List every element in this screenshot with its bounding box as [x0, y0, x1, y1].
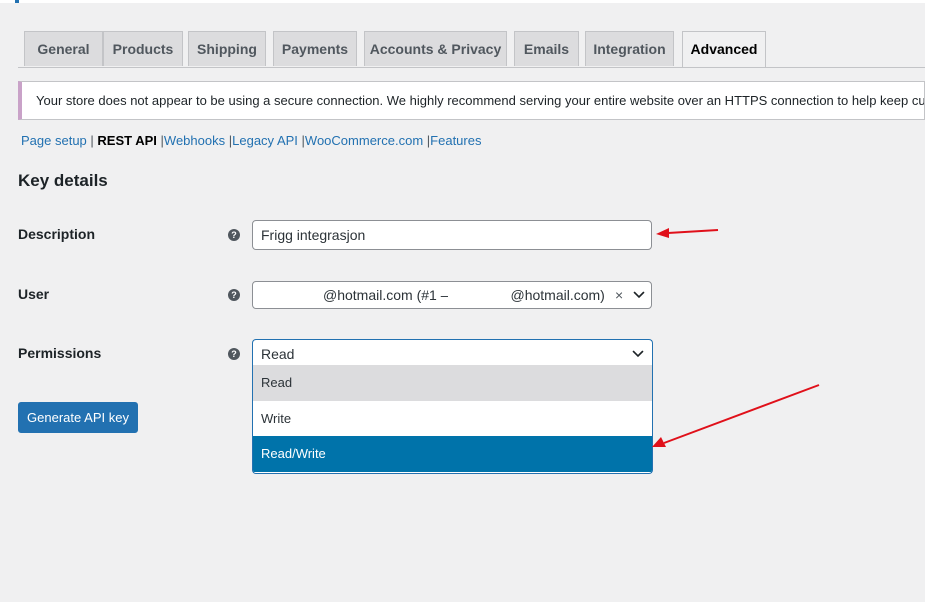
- top-bar-accent: [15, 0, 19, 3]
- subnav-legacy-api[interactable]: Legacy API: [232, 133, 298, 148]
- description-input[interactable]: [252, 220, 652, 250]
- description-label: Description: [18, 226, 96, 242]
- generate-api-key-button[interactable]: Generate API key: [18, 402, 138, 433]
- redacted-text: [261, 289, 323, 304]
- user-label: User: [18, 286, 50, 302]
- tab-emails[interactable]: Emails: [514, 31, 579, 66]
- subnav-separator: |: [90, 133, 94, 148]
- red-arrow: [656, 228, 719, 238]
- subnav-woocommerce-com[interactable]: WooCommerce.com: [305, 133, 423, 148]
- permissions-dropdown: Read Write Read/Write: [252, 365, 653, 474]
- subnav-page-setup[interactable]: Page setup: [21, 133, 87, 148]
- redacted-text: [448, 289, 511, 304]
- tab-general[interactable]: General: [24, 31, 103, 66]
- option-write[interactable]: Write: [253, 401, 652, 437]
- subnav-features[interactable]: Features: [430, 133, 481, 148]
- subnav: Page setup | REST API |Webhooks |Legacy …: [21, 133, 481, 148]
- chevron-down-icon[interactable]: [633, 289, 645, 301]
- help-icon[interactable]: ?: [228, 229, 240, 241]
- option-read-write[interactable]: Read/Write: [253, 436, 652, 472]
- tab-integration[interactable]: Integration: [585, 31, 674, 66]
- option-read[interactable]: Read: [253, 365, 652, 401]
- user-value-part1: @hotmail.com (#1 –: [323, 287, 449, 303]
- tab-accounts-privacy[interactable]: Accounts & Privacy: [364, 31, 507, 66]
- tab-products[interactable]: Products: [103, 31, 183, 66]
- tab-payments[interactable]: Payments: [273, 31, 357, 66]
- subnav-rest-api: REST API: [97, 133, 157, 148]
- tab-shipping[interactable]: Shipping: [188, 31, 266, 66]
- chevron-down-icon[interactable]: [632, 348, 644, 360]
- permissions-select[interactable]: Read: [252, 339, 653, 366]
- user-value-part2: @hotmail.com): [510, 287, 605, 303]
- section-heading: Key details: [18, 171, 108, 190]
- red-arrow: [652, 384, 820, 447]
- top-bar: [0, 0, 925, 3]
- user-clear-button[interactable]: ×: [615, 282, 623, 309]
- ssl-notice: Your store does not appear to be using a…: [18, 81, 925, 120]
- help-icon[interactable]: ?: [228, 289, 240, 301]
- tab-advanced[interactable]: Advanced: [682, 31, 766, 67]
- help-icon[interactable]: ?: [228, 348, 240, 360]
- permissions-label: Permissions: [18, 345, 102, 361]
- user-select[interactable]: @hotmail.com (#1 – @hotmail.com) ×: [252, 281, 652, 309]
- subnav-webhooks[interactable]: Webhooks: [164, 133, 225, 148]
- permissions-value: Read: [261, 346, 295, 362]
- settings-tabs: General Products Shipping Payments Accou…: [18, 31, 925, 68]
- user-value: @hotmail.com (#1 – @hotmail.com): [261, 282, 605, 309]
